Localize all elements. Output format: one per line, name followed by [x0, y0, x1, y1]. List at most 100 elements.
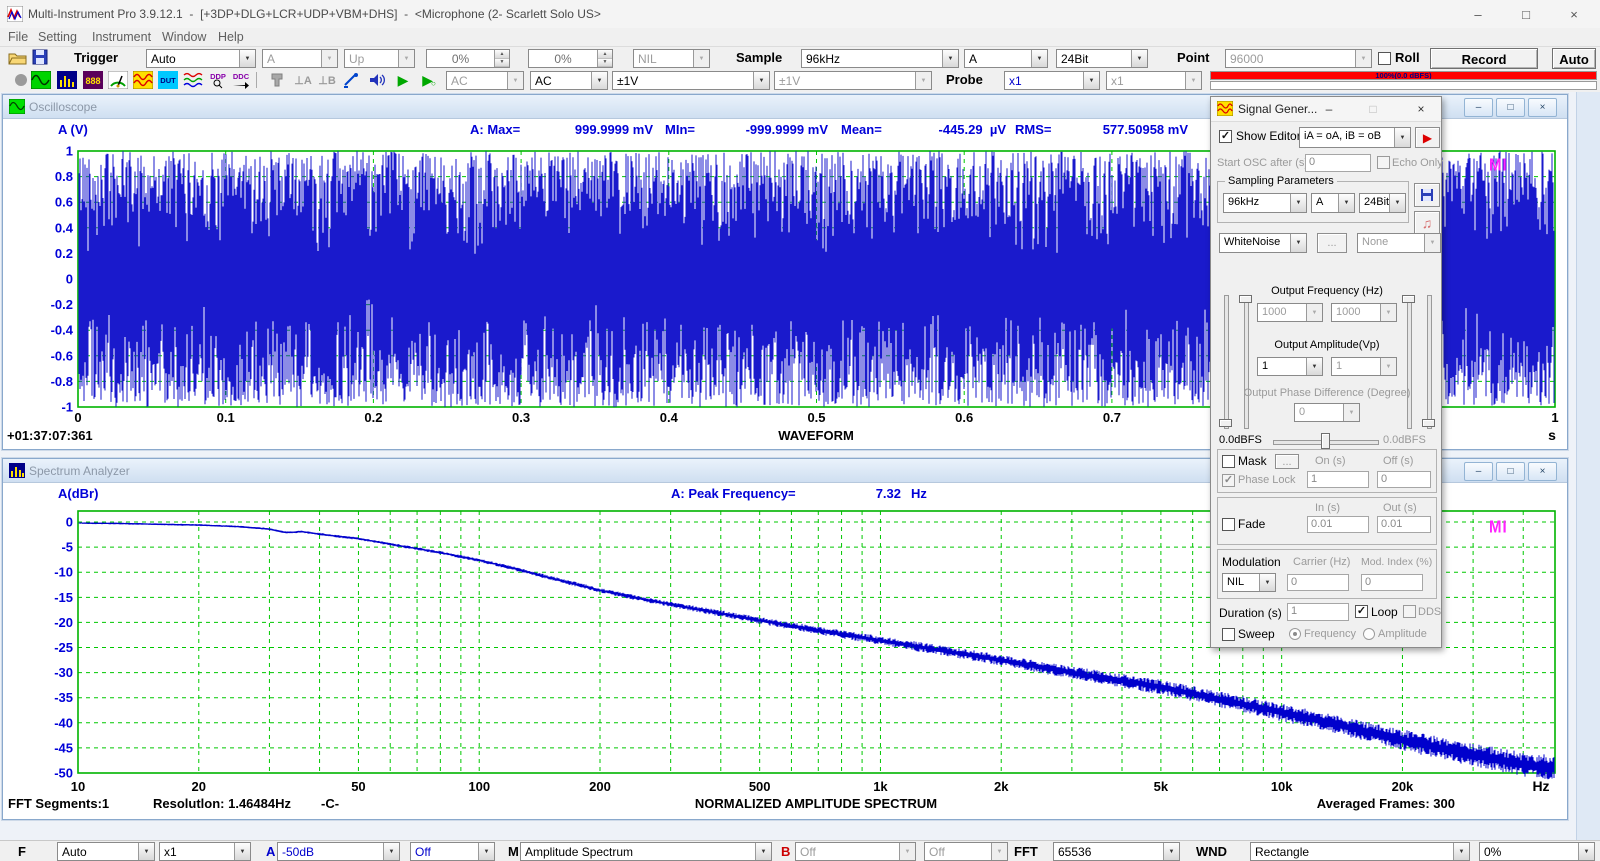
- slider-thumb[interactable]: [1239, 295, 1252, 303]
- menu-help[interactable]: Help: [218, 30, 244, 44]
- signal-generator-titlebar[interactable]: Signal Gener... – □ ×: [1211, 97, 1441, 122]
- slider-thumb[interactable]: [1219, 419, 1232, 427]
- refresh-select[interactable]: Auto▼: [57, 842, 155, 861]
- menu-file[interactable]: File: [8, 30, 28, 44]
- fade-in-input[interactable]: 0.01: [1307, 516, 1369, 533]
- panel-restore-icon[interactable]: □: [1496, 98, 1525, 117]
- close-icon[interactable]: ×: [1407, 99, 1435, 118]
- fft-window-select[interactable]: Rectangle▼: [1250, 842, 1470, 861]
- amplitude-slider-b-inner[interactable]: [1407, 295, 1412, 429]
- show-editor-checkbox[interactable]: [1219, 130, 1232, 143]
- dds-label: DDS: [1418, 606, 1441, 618]
- panel-minimize-icon[interactable]: –: [1464, 98, 1493, 117]
- probe-a-select[interactable]: x1▼: [1004, 71, 1100, 90]
- record-length-select[interactable]: 96000▼: [1225, 49, 1372, 68]
- panel-close-icon[interactable]: ×: [1528, 462, 1557, 481]
- fade-checkbox[interactable]: [1222, 518, 1235, 531]
- generator-rate-select[interactable]: 96kHz▼: [1223, 193, 1307, 213]
- carrier-input[interactable]: 0: [1287, 574, 1349, 591]
- run-icon[interactable]: ▶: [392, 70, 414, 90]
- duration-input[interactable]: 1: [1287, 603, 1349, 621]
- save-waveform-button[interactable]: [1414, 183, 1440, 207]
- sampling-rate-select[interactable]: 96kHz▼: [801, 49, 959, 68]
- panel-restore-icon[interactable]: □: [1496, 462, 1525, 481]
- close-icon[interactable]: ×: [1551, 0, 1597, 28]
- sweep-checkbox[interactable]: [1222, 628, 1235, 641]
- range-a-select[interactable]: ±1V▼: [612, 71, 770, 90]
- modulation-type-select[interactable]: NIL▼: [1222, 573, 1276, 592]
- mod-index-input[interactable]: 0: [1361, 574, 1423, 591]
- mask-off-input[interactable]: 0: [1377, 471, 1431, 488]
- ddc-icon[interactable]: DDC: [230, 70, 252, 90]
- auto-scale-button[interactable]: Auto: [1552, 48, 1596, 69]
- menu-window[interactable]: Window: [162, 30, 206, 44]
- start-osc-input[interactable]: 0: [1305, 154, 1371, 172]
- probe-calibration-icon[interactable]: [340, 70, 362, 90]
- sampling-channel-select[interactable]: A▼: [964, 49, 1048, 68]
- spectrum-3d-icon[interactable]: [107, 70, 129, 90]
- loop-checkbox[interactable]: [1355, 605, 1368, 618]
- signal-generator-icon[interactable]: [132, 70, 154, 90]
- minimize-icon[interactable]: –: [1455, 0, 1501, 28]
- minimize-icon[interactable]: –: [1315, 99, 1343, 118]
- speaker-icon[interactable]: [366, 70, 388, 90]
- trigger-source-select[interactable]: A▼: [262, 49, 338, 68]
- record-button[interactable]: Record: [1430, 48, 1538, 69]
- amplitude-slider-b-outer[interactable]: [1427, 295, 1432, 429]
- roll-checkbox[interactable]: [1378, 52, 1391, 65]
- spectrum-analyzer-icon[interactable]: [56, 70, 78, 90]
- amplitude-slider-a-outer[interactable]: [1224, 295, 1229, 429]
- generator-channel-select[interactable]: A▼: [1311, 193, 1355, 213]
- hpf-select[interactable]: NIL▼: [633, 49, 710, 68]
- derived-data-icon[interactable]: [182, 70, 204, 90]
- trigger-mode-select[interactable]: Auto▼: [146, 49, 256, 68]
- probe-b-select[interactable]: x1▼: [1106, 71, 1202, 90]
- coupling-a-select[interactable]: AC▼: [446, 71, 524, 90]
- fade-out-input[interactable]: 0.01: [1377, 516, 1431, 533]
- editor-mode-select[interactable]: iA = oA, iB = oB▼: [1299, 127, 1411, 148]
- a-option-select[interactable]: Off▼: [410, 842, 495, 861]
- range-b-select[interactable]: ±1V▼: [774, 71, 932, 90]
- multimeter-icon[interactable]: 888: [82, 70, 104, 90]
- amplitude-b-select[interactable]: 1▼: [1331, 357, 1397, 376]
- amplitude-slider-a-inner[interactable]: [1244, 295, 1249, 429]
- amplitude-a-select[interactable]: 1▼: [1257, 357, 1323, 376]
- ddp-viewer-icon[interactable]: DDP: [207, 70, 229, 90]
- mask-on-input[interactable]: 1: [1307, 471, 1369, 488]
- panel-close-icon[interactable]: ×: [1528, 98, 1557, 117]
- b-range-select[interactable]: Off▼: [795, 842, 916, 861]
- a-range-select[interactable]: -50dB▼: [277, 842, 400, 861]
- fft-size-select[interactable]: 65536▼: [1053, 842, 1180, 861]
- generator-play-button[interactable]: ▶: [1415, 127, 1440, 148]
- coupling-b-select[interactable]: AC▼: [530, 71, 608, 90]
- bit-depth-select[interactable]: 24Bit▼: [1056, 49, 1148, 68]
- panel-minimize-icon[interactable]: –: [1464, 462, 1493, 481]
- device-test-plan-icon[interactable]: DUT: [157, 70, 179, 90]
- save-icon[interactable]: [32, 49, 48, 65]
- menu-instrument[interactable]: Instrument: [92, 30, 151, 44]
- waveform-b-select[interactable]: None▼: [1357, 233, 1441, 253]
- phase-difference-select[interactable]: 0▼: [1294, 403, 1360, 422]
- slider-thumb[interactable]: [1422, 419, 1435, 427]
- slider-thumb[interactable]: [1402, 295, 1415, 303]
- svg-text:0: 0: [66, 515, 73, 530]
- slider-thumb[interactable]: [1321, 433, 1330, 449]
- trigger-delay-spinner[interactable]: 0%▲▼: [528, 49, 613, 68]
- chevron-down-icon: ▼: [1290, 194, 1306, 212]
- waveform-a-select[interactable]: WhiteNoise▼: [1219, 233, 1307, 253]
- frequency-a-select[interactable]: 1000▼: [1257, 303, 1323, 322]
- generator-bits-select[interactable]: 24Bit▼: [1359, 193, 1406, 213]
- overlap-select[interactable]: 0%▼: [1479, 842, 1595, 861]
- open-icon[interactable]: [8, 49, 27, 66]
- zoom-select[interactable]: x1▼: [159, 842, 251, 861]
- trigger-level-spinner[interactable]: 0%▲▼: [426, 49, 510, 68]
- trigger-edge-select[interactable]: Up▼: [344, 49, 415, 68]
- menu-setting[interactable]: Setting: [38, 30, 77, 44]
- run-loop-icon[interactable]: ▶○: [418, 70, 440, 90]
- analysis-mode-select[interactable]: Amplitude Spectrum▼: [520, 842, 772, 861]
- frequency-b-select[interactable]: 1000▼: [1331, 303, 1397, 322]
- b-option-select[interactable]: Off▼: [924, 842, 1008, 861]
- restore-icon[interactable]: □: [1503, 0, 1549, 28]
- oscilloscope-icon[interactable]: [30, 70, 52, 90]
- mask-checkbox[interactable]: [1222, 455, 1235, 468]
